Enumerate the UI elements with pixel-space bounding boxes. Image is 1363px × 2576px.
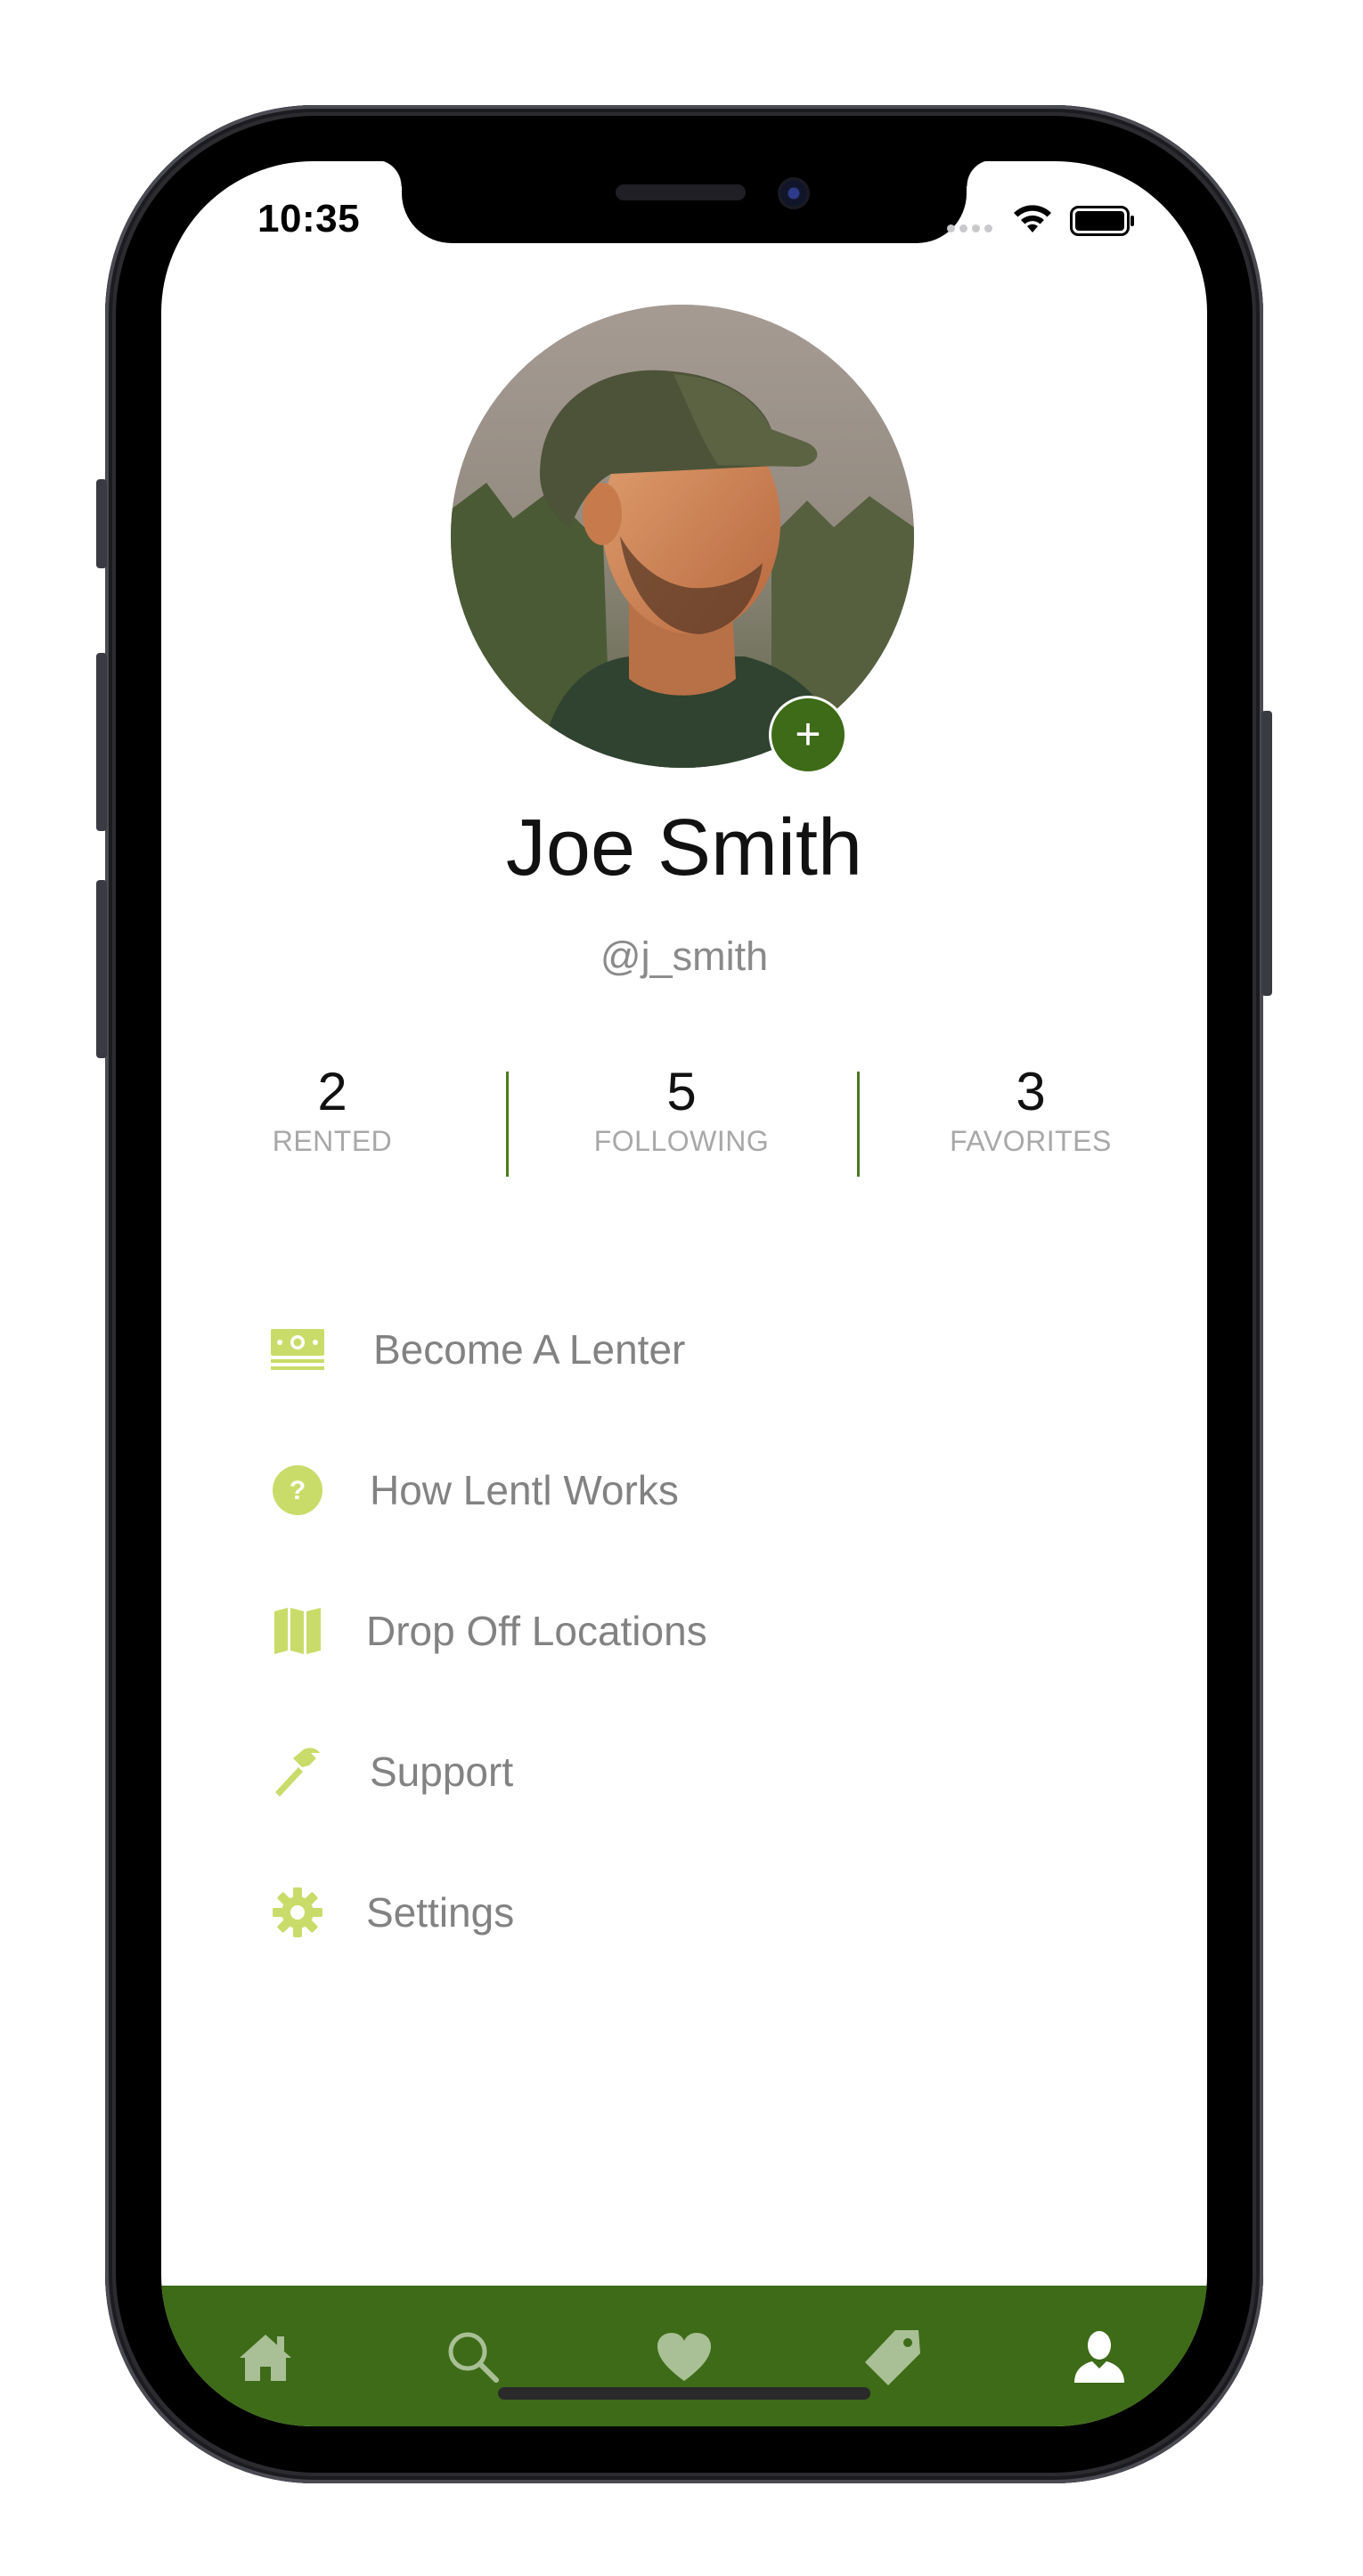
menu-item-drop-off-locations[interactable]: Drop Off Locations bbox=[268, 1595, 707, 1667]
battery-icon bbox=[1070, 206, 1134, 236]
notch bbox=[375, 161, 967, 243]
menu-label: Settings bbox=[366, 1889, 515, 1936]
profile-stats: 2 RENTED 5 FOLLOWING 3 FAVORITES bbox=[161, 1061, 1207, 1177]
add-photo-button[interactable]: + bbox=[769, 696, 847, 774]
silent-switch bbox=[96, 479, 107, 568]
stat-divider bbox=[506, 1072, 509, 1177]
menu-item-support[interactable]: Support bbox=[268, 1736, 513, 1807]
menu-item-settings[interactable]: Settings bbox=[268, 1877, 514, 1948]
stat-following[interactable]: 5 FOLLOWING bbox=[521, 1061, 842, 1158]
wifi-icon bbox=[1014, 205, 1051, 232]
front-camera bbox=[778, 177, 810, 209]
menu-label: Become A Lenter bbox=[373, 1326, 686, 1373]
tab-favorites[interactable] bbox=[649, 2321, 720, 2393]
earpiece-speaker bbox=[616, 184, 746, 200]
home-icon bbox=[240, 2335, 291, 2381]
menu-label: How Lentl Works bbox=[370, 1467, 679, 1513]
profile-name: Joe Smith bbox=[505, 803, 863, 893]
menu-label: Drop Off Locations bbox=[366, 1608, 707, 1654]
status-time: 10:35 bbox=[257, 197, 361, 240]
user-icon bbox=[1074, 2331, 1124, 2383]
volume-down-button bbox=[96, 880, 107, 1058]
tag-icon bbox=[865, 2330, 920, 2385]
stat-rented[interactable]: 2 RENTED bbox=[172, 1061, 493, 1158]
gear-icon bbox=[268, 1883, 327, 1942]
tab-listings[interactable] bbox=[858, 2321, 929, 2393]
stat-value: 5 bbox=[666, 1062, 697, 1121]
map-icon bbox=[268, 1602, 327, 1660]
hammer-icon bbox=[268, 1742, 327, 1801]
stat-label: RENTED bbox=[272, 1125, 393, 1157]
home-indicator[interactable] bbox=[498, 2387, 870, 2400]
volume-up-button bbox=[96, 653, 107, 831]
menu-item-how-lentl-works[interactable]: ? How Lentl Works bbox=[268, 1455, 679, 1526]
avatar[interactable] bbox=[451, 305, 914, 768]
stat-label: FOLLOWING bbox=[593, 1125, 770, 1157]
tab-bar bbox=[161, 2286, 1207, 2426]
power-button bbox=[1261, 711, 1272, 996]
signal-dots-icon bbox=[947, 224, 992, 232]
svg-text:?: ? bbox=[290, 1476, 306, 1505]
profile-photo-icon bbox=[451, 305, 914, 768]
stat-value: 3 bbox=[1016, 1062, 1046, 1121]
screen: 10:35 + Joe Smith @j_smith 2 RENTED 5 FO… bbox=[161, 161, 1207, 2426]
money-icon bbox=[268, 1320, 327, 1379]
tab-home[interactable] bbox=[230, 2321, 301, 2393]
menu-label: Support bbox=[370, 1749, 514, 1795]
tab-search[interactable] bbox=[437, 2321, 509, 2393]
question-circle-icon: ? bbox=[268, 1461, 327, 1520]
stat-divider bbox=[857, 1072, 860, 1177]
stat-value: 2 bbox=[317, 1062, 347, 1121]
tab-profile[interactable] bbox=[1064, 2321, 1135, 2393]
profile-handle: @j_smith bbox=[600, 933, 769, 979]
stat-favorites[interactable]: 3 FAVORITES bbox=[870, 1061, 1191, 1158]
menu-item-become-lenter[interactable]: Become A Lenter bbox=[268, 1314, 685, 1385]
heart-icon bbox=[657, 2333, 711, 2381]
stat-label: FAVORITES bbox=[950, 1125, 1112, 1157]
search-icon bbox=[448, 2332, 499, 2383]
